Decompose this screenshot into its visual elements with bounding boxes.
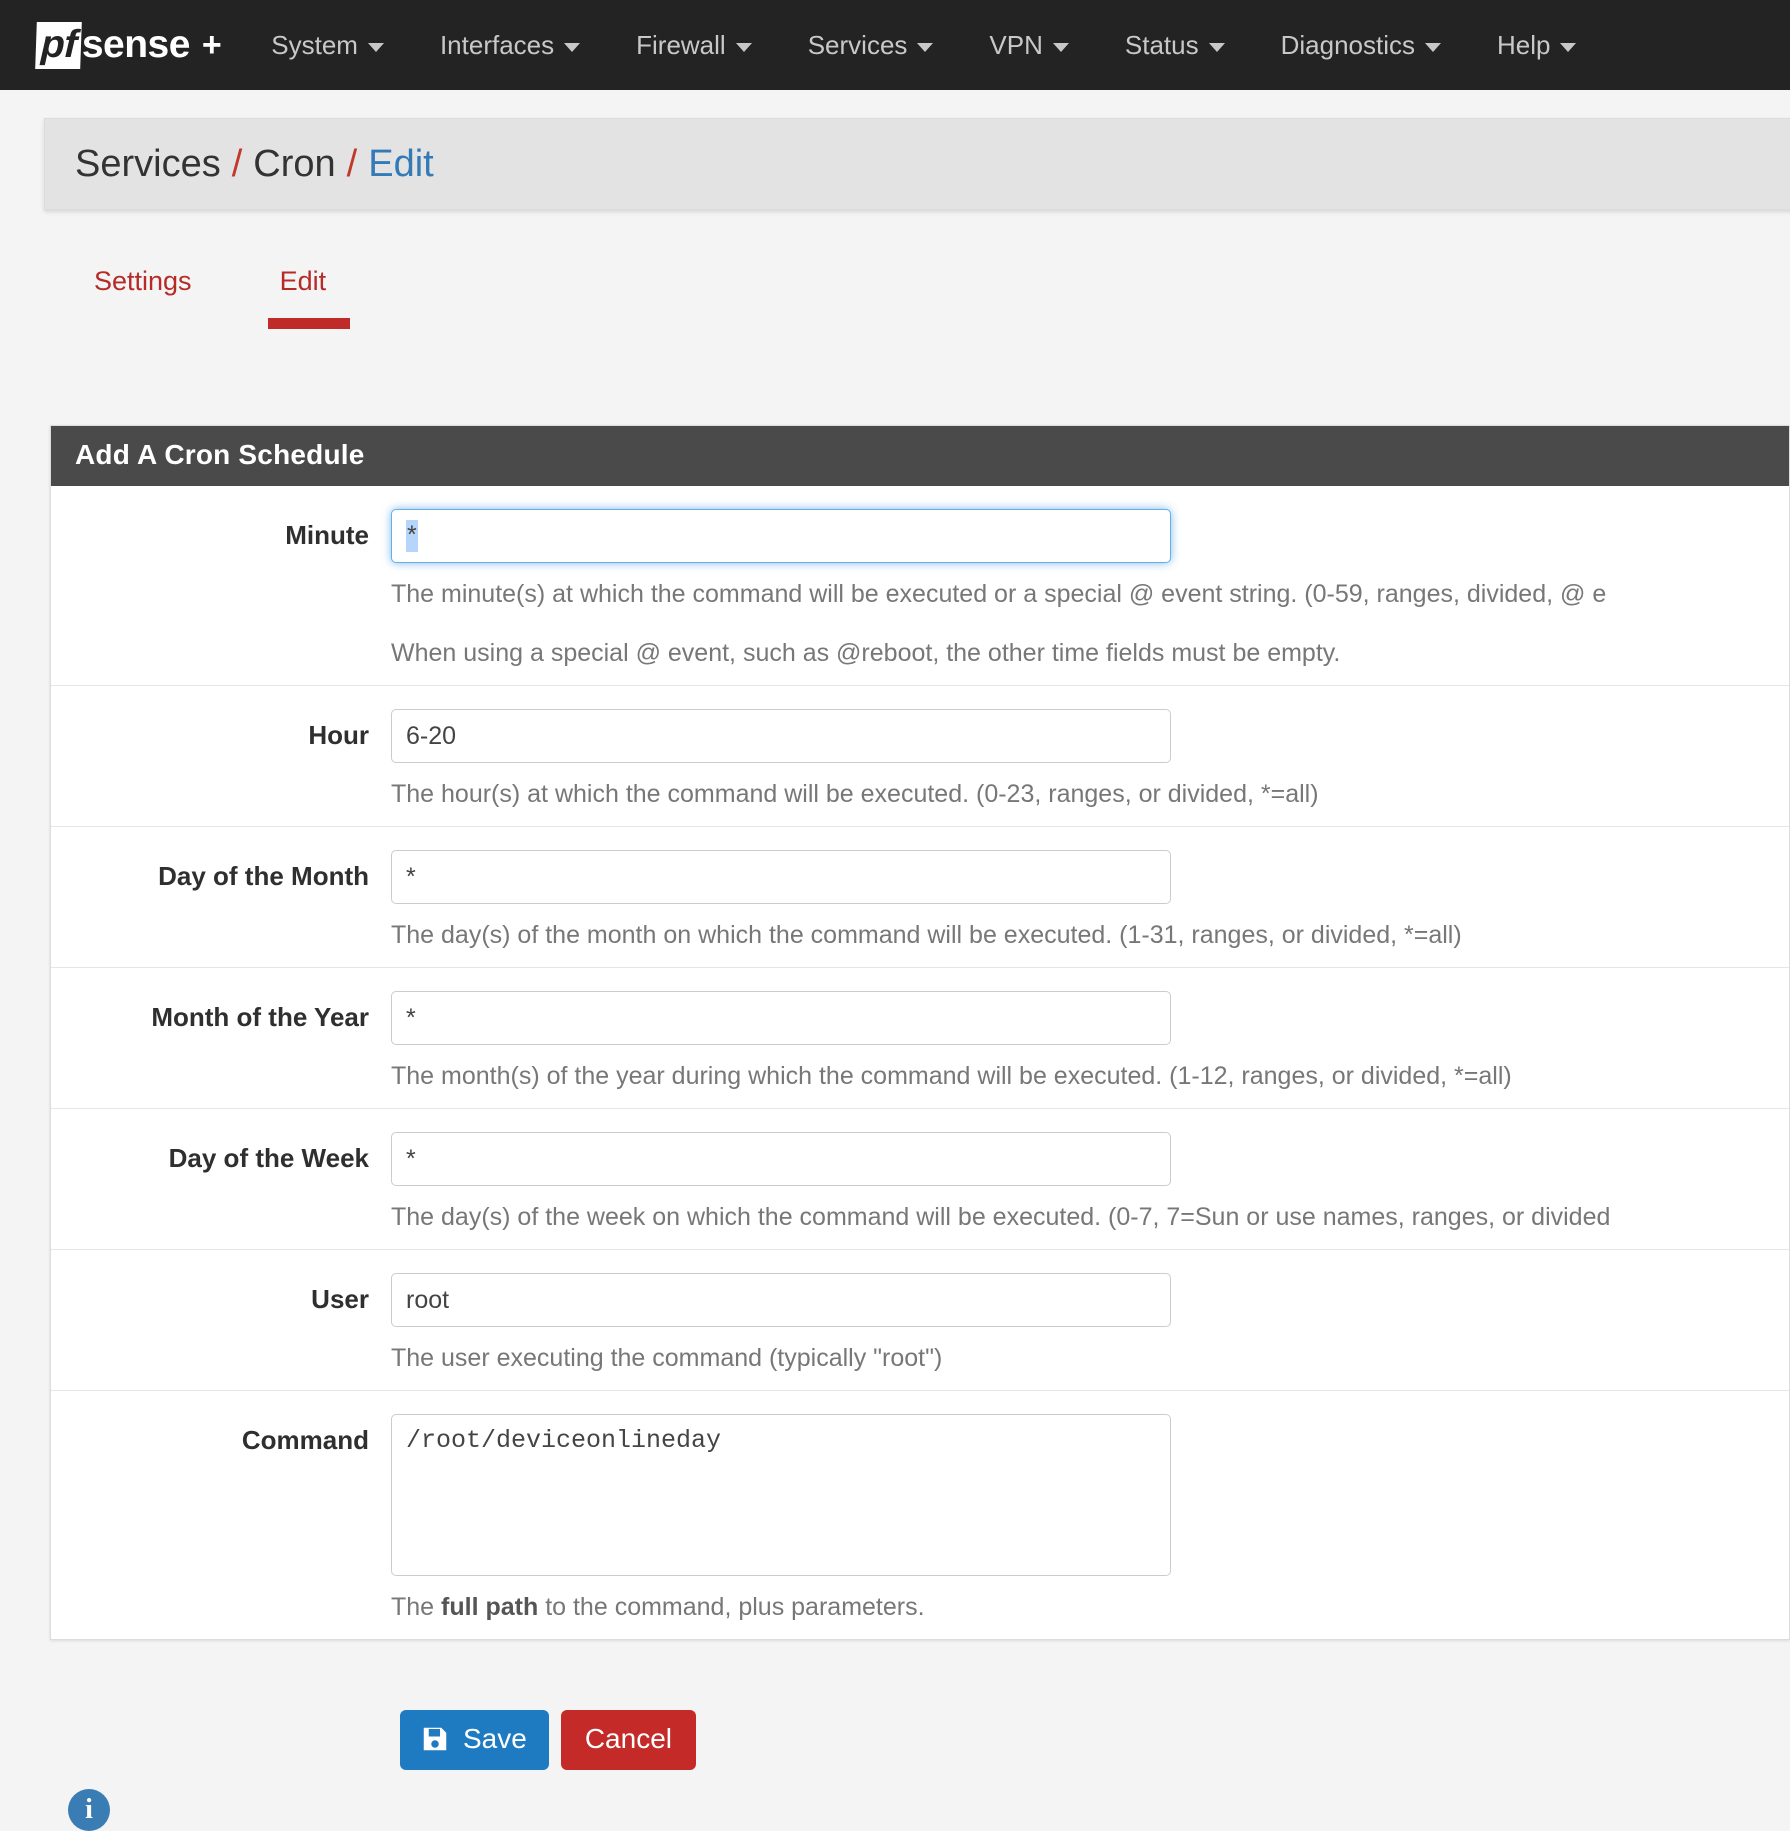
help-day-of-week: The day(s) of the week on which the comm… bbox=[391, 1203, 1611, 1231]
breadcrumb-separator: / bbox=[346, 142, 358, 185]
label-command: Command bbox=[241, 1425, 369, 1455]
nav-item-firewall-label: Firewall bbox=[636, 29, 726, 60]
nav-item-help-label: Help bbox=[1497, 29, 1551, 60]
day-of-week-input-value: * bbox=[406, 1144, 416, 1173]
tab-bar: Settings Edit bbox=[50, 252, 371, 329]
hour-input[interactable]: 6-20 bbox=[391, 709, 1171, 763]
label-day-of-week: Day of the Week bbox=[168, 1143, 369, 1173]
form-row-command: Command /root/deviceonlineday The full p… bbox=[51, 1391, 1789, 1639]
help-minute: The minute(s) at which the command will … bbox=[391, 580, 1607, 608]
control-col-command: /root/deviceonlineday The full path to t… bbox=[391, 1414, 1789, 1622]
control-col-month-of-year: * The month(s) of the year during which … bbox=[391, 991, 1789, 1091]
help-command-pre: The bbox=[391, 1593, 442, 1621]
user-input-value: root bbox=[406, 1285, 450, 1314]
help-command-strong: full path bbox=[441, 1593, 539, 1621]
minute-input[interactable]: * bbox=[391, 509, 1171, 563]
control-col-day-of-month: * The day(s) of the month on which the c… bbox=[391, 850, 1789, 950]
help-minute-at-event: When using a special @ event, such as @r… bbox=[391, 639, 1341, 667]
brand-logo-text: pf sense + bbox=[35, 21, 222, 69]
label-minute: Minute bbox=[285, 520, 369, 550]
user-input[interactable]: root bbox=[391, 1273, 1171, 1327]
nav-item-diagnostics[interactable]: Diagnostics bbox=[1253, 0, 1469, 90]
form-row-day-of-week: Day of the Week * The day(s) of the week… bbox=[51, 1109, 1789, 1250]
help-command: The full path to the command, plus param… bbox=[391, 1593, 1789, 1622]
nav-item-firewall[interactable]: Firewall bbox=[608, 0, 780, 90]
nav-item-services-label: Services bbox=[807, 29, 908, 60]
floppy-disk-icon bbox=[423, 1727, 447, 1751]
help-user: The user executing the command (typicall… bbox=[391, 1344, 943, 1372]
chevron-down-icon bbox=[1052, 42, 1069, 52]
breadcrumb-separator: / bbox=[231, 142, 243, 185]
control-col-day-of-week: * The day(s) of the week on which the co… bbox=[391, 1132, 1789, 1232]
nav-item-status[interactable]: Status bbox=[1097, 0, 1253, 90]
control-col-hour: 6-20 The hour(s) at which the command wi… bbox=[391, 709, 1789, 809]
control-col-user: root The user executing the command (typ… bbox=[391, 1273, 1789, 1373]
nav-item-system-label: System bbox=[271, 29, 358, 60]
month-of-year-input[interactable]: * bbox=[391, 991, 1171, 1045]
form-row-user: User root The user executing the command… bbox=[51, 1250, 1789, 1391]
info-icon-glyph: i bbox=[85, 1794, 93, 1825]
label-month-of-year: Month of the Year bbox=[151, 1002, 369, 1032]
day-of-month-input[interactable]: * bbox=[391, 850, 1171, 904]
cron-schedule-panel: Add A Cron Schedule Minute * The minute(… bbox=[50, 425, 1790, 1640]
help-command-post: to the command, plus parameters. bbox=[538, 1593, 925, 1621]
nav-item-diagnostics-label: Diagnostics bbox=[1280, 29, 1415, 60]
form-row-month-of-year: Month of the Year * The month(s) of the … bbox=[51, 968, 1789, 1109]
chevron-down-icon bbox=[735, 42, 752, 52]
help-month-of-year: The month(s) of the year during which th… bbox=[391, 1062, 1512, 1090]
nav-item-vpn[interactable]: VPN bbox=[961, 0, 1096, 90]
chevron-down-icon bbox=[1208, 42, 1225, 52]
nav-item-status-label: Status bbox=[1124, 29, 1199, 60]
breadcrumb-inner: Services / Cron / Edit bbox=[75, 143, 434, 186]
save-button-label: Save bbox=[463, 1723, 527, 1754]
form-row-minute: Minute * The minute(s) at which the comm… bbox=[51, 486, 1789, 686]
pfsense-logo[interactable]: pf sense + bbox=[35, 0, 222, 90]
info-circle-icon[interactable]: i bbox=[68, 1789, 110, 1831]
label-day-of-month: Day of the Month bbox=[158, 861, 369, 891]
hour-input-value: 6-20 bbox=[406, 721, 457, 750]
label-user: User bbox=[311, 1284, 369, 1314]
nav-item-help[interactable]: Help bbox=[1469, 0, 1604, 90]
help-day-of-month: The day(s) of the month on which the com… bbox=[391, 921, 1462, 949]
label-hour: Hour bbox=[308, 720, 369, 750]
save-button[interactable]: Save bbox=[400, 1710, 549, 1770]
chevron-down-icon bbox=[1425, 42, 1441, 52]
form-row-hour: Hour 6-20 The hour(s) at which the comma… bbox=[51, 686, 1789, 827]
brand-plus-mark: + bbox=[201, 26, 222, 64]
nav-item-system[interactable]: System bbox=[243, 0, 412, 90]
nav-item-interfaces[interactable]: Interfaces bbox=[412, 0, 608, 90]
nav-item-services[interactable]: Services bbox=[780, 0, 962, 90]
control-col-minute: * The minute(s) at which the command wil… bbox=[391, 509, 1789, 668]
minute-input-value: * bbox=[406, 520, 418, 552]
nav-item-vpn-label: VPN bbox=[989, 29, 1043, 60]
panel-title: Add A Cron Schedule bbox=[51, 426, 1789, 486]
tab-settings[interactable]: Settings bbox=[50, 252, 236, 315]
day-of-week-input[interactable]: * bbox=[391, 1132, 1171, 1186]
tab-edit-label: Edit bbox=[279, 266, 327, 296]
tab-settings-label: Settings bbox=[94, 266, 192, 296]
day-of-month-input-value: * bbox=[406, 862, 416, 891]
chevron-down-icon bbox=[564, 42, 581, 52]
cancel-button[interactable]: Cancel bbox=[560, 1710, 696, 1770]
breadcrumb-root[interactable]: Services bbox=[75, 143, 221, 186]
form-actions: Save Cancel bbox=[400, 1710, 696, 1770]
breadcrumb-current[interactable]: Edit bbox=[368, 143, 433, 186]
brand-pf-mark: pf bbox=[35, 21, 82, 69]
chevron-down-icon bbox=[917, 42, 934, 52]
month-of-year-input-value: * bbox=[406, 1003, 416, 1032]
top-navbar: pf sense + System Interfaces Firewall Ser… bbox=[0, 0, 1790, 90]
nav-item-interfaces-label: Interfaces bbox=[439, 29, 555, 60]
form-row-day-of-month: Day of the Month * The day(s) of the mon… bbox=[51, 827, 1789, 968]
breadcrumb-section[interactable]: Cron bbox=[253, 143, 335, 186]
cancel-button-label: Cancel bbox=[584, 1723, 672, 1754]
tab-edit[interactable]: Edit bbox=[236, 252, 371, 329]
help-hour: The hour(s) at which the command will be… bbox=[391, 780, 1319, 808]
chevron-down-icon bbox=[367, 42, 384, 52]
command-textarea[interactable]: /root/deviceonlineday bbox=[391, 1414, 1171, 1576]
breadcrumb: Services / Cron / Edit bbox=[44, 118, 1790, 210]
chevron-down-icon bbox=[1560, 42, 1577, 52]
brand-sense-text: sense bbox=[81, 23, 191, 66]
